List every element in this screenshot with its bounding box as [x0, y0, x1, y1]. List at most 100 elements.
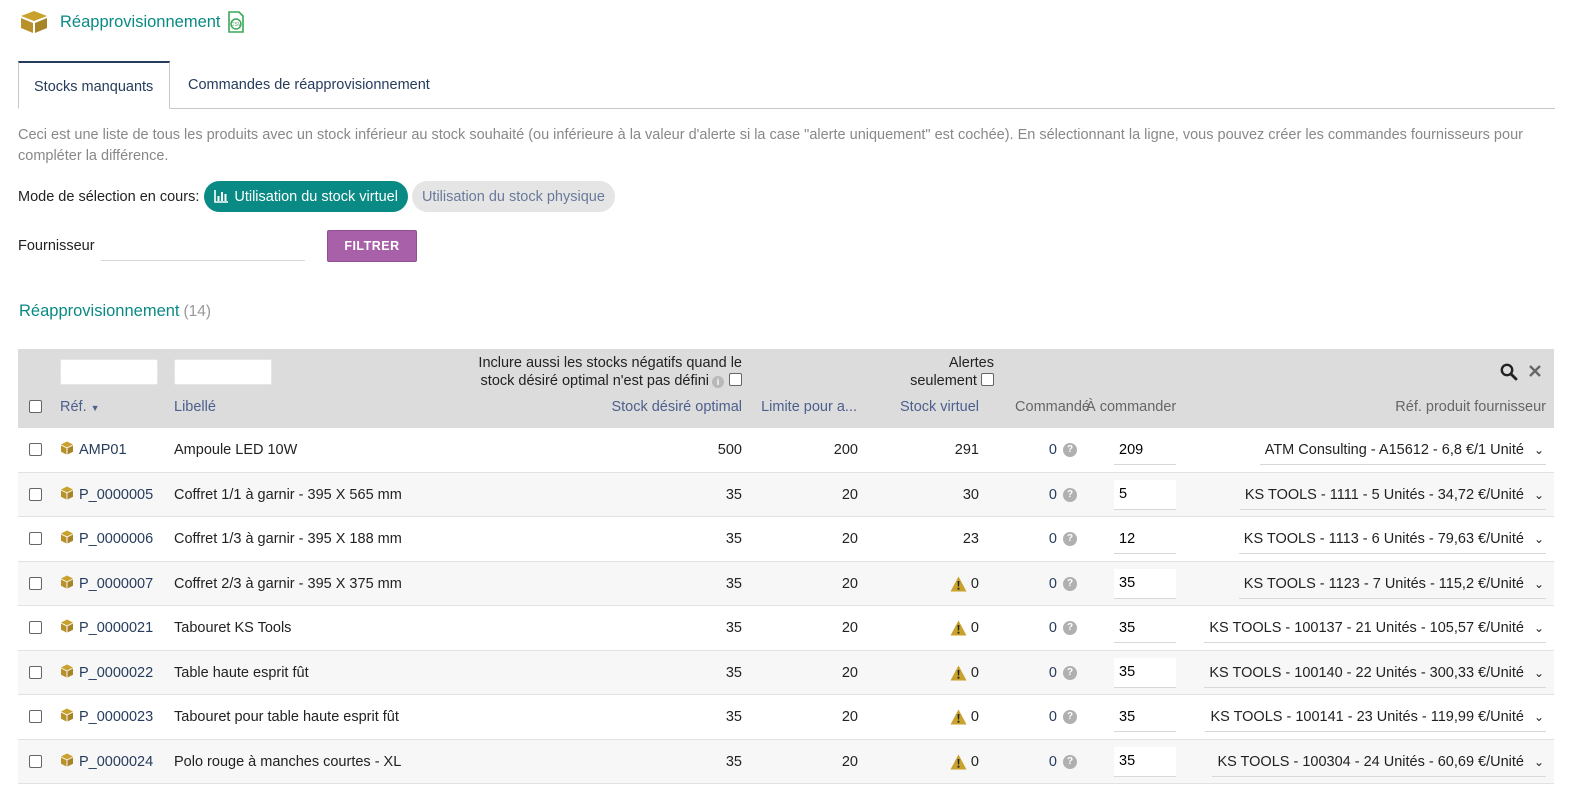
to-order-input[interactable]: [1114, 657, 1176, 688]
supplier-price-select[interactable]: KS TOOLS - 100141 - 23 Unités - 119,99 €…: [1205, 702, 1546, 732]
ordered-qty: 0?: [1049, 695, 1077, 739]
ordered-value: 0: [1048, 620, 1057, 636]
help-icon[interactable]: ?: [1063, 621, 1077, 635]
table-header: Inclure aussi les stocks négatifs quand …: [18, 349, 1554, 428]
tab-missing-stock[interactable]: Stocks manquants: [18, 61, 170, 109]
ordered-value: 0: [1048, 664, 1057, 681]
to-order-input[interactable]: [1114, 524, 1176, 554]
help-icon[interactable]: ?: [1063, 532, 1077, 546]
supplier-price-select[interactable]: KS TOOLS - 1111 - 5 Unités - 34,72 €/Uni…: [1239, 480, 1546, 510]
help-icon[interactable]: ?: [1063, 487, 1077, 502]
virtual-stock-value: 291: [954, 442, 979, 458]
header-desired-stock[interactable]: Stock désiré optimal: [611, 399, 742, 415]
ordered-qty: 0?: [1049, 562, 1077, 606]
alerts-only-checkbox[interactable]: [981, 373, 994, 386]
label-filter-input[interactable]: [174, 359, 272, 385]
desired-stock: 35: [725, 575, 742, 592]
sort-desc-icon: ▼: [90, 403, 100, 413]
product-ref-link[interactable]: P_0000024: [60, 740, 153, 784]
ref-filter-input[interactable]: [60, 359, 158, 385]
row-checkbox[interactable]: [29, 665, 42, 679]
product-ref-link[interactable]: P_0000021: [60, 606, 153, 650]
row-checkbox[interactable]: [29, 576, 42, 590]
help-icon[interactable]: ?: [1063, 443, 1077, 457]
product-icon: [61, 441, 73, 455]
header-limit[interactable]: Limite pour a...: [761, 399, 857, 415]
include-negative-option: Inclure aussi les stocks négatifs quand …: [442, 354, 742, 390]
product-ref-link[interactable]: P_0000023: [60, 695, 153, 739]
virtual-stock-button[interactable]: Utilisation du stock virtuel: [204, 181, 408, 212]
help-icon[interactable]: ?: [1063, 665, 1077, 680]
product-icon: [61, 575, 73, 588]
supplier-price-value: KS TOOLS - 1111 - 5 Unités - 34,72 €/Uni…: [1244, 486, 1524, 503]
product-ref-link[interactable]: P_0000022: [60, 651, 153, 695]
product-label: Tabouret pour table haute esprit fût: [174, 709, 399, 725]
table-row: P_0000005 Coffret 1/1 à garnir - 395 X 5…: [18, 472, 1554, 517]
tab-replenishment-orders[interactable]: Commandes de réapprovisionnement: [173, 61, 445, 108]
alerts-only-label-1: Alertes: [948, 355, 994, 371]
header-label[interactable]: Libellé: [174, 399, 216, 415]
include-negative-checkbox[interactable]: [729, 373, 742, 386]
product-icon: [61, 619, 73, 633]
product-label: Coffret 2/3 à garnir - 395 X 375 mm: [174, 575, 402, 592]
supplier-price-select[interactable]: KS TOOLS - 100304 - 24 Unités - 60,69 €/…: [1212, 747, 1546, 777]
virtual-stock-value: 0: [970, 575, 979, 592]
product-label: Coffret 1/1 à garnir - 395 X 565 mm: [174, 486, 402, 503]
to-order-input[interactable]: [1114, 613, 1176, 643]
supplier-price-select[interactable]: KS TOOLS - 1123 - 7 Unités - 115,2 €/Uni…: [1238, 569, 1546, 599]
product-ref: P_0000007: [79, 575, 154, 592]
supplier-input[interactable]: [100, 230, 305, 261]
csv-export-icon[interactable]: CSV: [227, 11, 245, 33]
virtual-stock: 0: [950, 562, 979, 606]
clear-filter-icon[interactable]: [1529, 365, 1541, 377]
virtual-stock: 23: [963, 517, 979, 561]
header-virtual-stock[interactable]: Stock virtuel: [900, 399, 979, 415]
supplier-price-select[interactable]: KS TOOLS - 100137 - 21 Unités - 105,57 €…: [1204, 613, 1546, 643]
supplier-price-select[interactable]: KS TOOLS - 1113 - 6 Unités - 79,63 €/Uni…: [1238, 524, 1546, 554]
box-icon: [21, 11, 47, 33]
virtual-stock-value: 23: [962, 531, 979, 547]
row-checkbox[interactable]: [29, 621, 42, 634]
search-icon[interactable]: [1500, 363, 1518, 381]
physical-stock-button[interactable]: Utilisation du stock physique: [411, 181, 615, 212]
row-checkbox[interactable]: [29, 487, 42, 501]
to-order-input[interactable]: [1114, 479, 1176, 510]
product-label: Coffret 1/3 à garnir - 395 X 188 mm: [174, 531, 402, 547]
help-icon[interactable]: ?: [1063, 710, 1077, 724]
help-icon[interactable]: ?: [1063, 576, 1077, 591]
virtual-stock-value: 0: [970, 753, 979, 770]
header-ref[interactable]: Réf. ▼: [60, 399, 100, 415]
row-checkbox[interactable]: [29, 754, 42, 768]
supplier-price-value: KS TOOLS - 100141 - 23 Unités - 119,99 €…: [1210, 709, 1524, 725]
row-checkbox[interactable]: [29, 443, 42, 456]
header-supplier-ref: Réf. produit fournisseur: [1395, 399, 1546, 415]
warning-icon: [950, 665, 967, 680]
chevron-down-icon: ⌄: [1533, 443, 1544, 457]
desired-stock: 35: [725, 486, 742, 503]
row-checkbox[interactable]: [29, 710, 42, 723]
help-icon[interactable]: ?: [1063, 754, 1077, 769]
product-ref-link[interactable]: P_0000005: [60, 473, 153, 517]
stock-limit: 20: [841, 709, 858, 725]
supplier-price-select[interactable]: KS TOOLS - 100140 - 22 Unités - 300,33 €…: [1204, 658, 1546, 688]
row-checkbox[interactable]: [29, 532, 42, 545]
supplier-price-select[interactable]: ATM Consulting - A15612 - 6,8 €/1 Unité ⌄: [1259, 435, 1546, 465]
chart-icon: [214, 190, 229, 203]
to-order-input[interactable]: [1114, 702, 1176, 732]
product-ref-link[interactable]: P_0000006: [60, 517, 153, 561]
to-order-input[interactable]: [1114, 568, 1176, 599]
to-order-input[interactable]: [1114, 746, 1176, 777]
tab-bar: Stocks manquants Commandes de réapprovis…: [18, 61, 1555, 109]
description-text: Ceci est une liste de tous les produits …: [18, 127, 1523, 164]
to-order-input[interactable]: [1114, 435, 1176, 465]
stock-limit: 20: [841, 664, 858, 681]
ordered-value: 0: [1048, 442, 1057, 458]
product-ref-link[interactable]: AMP01: [60, 428, 127, 472]
filter-button[interactable]: FILTRER: [327, 230, 417, 262]
ordered-qty: 0?: [1049, 473, 1077, 517]
select-all-checkbox[interactable]: [29, 400, 42, 413]
ordered-qty: 0?: [1049, 606, 1077, 650]
product-ref: P_0000021: [79, 620, 154, 636]
supplier-price-value: KS TOOLS - 100137 - 21 Unités - 105,57 €…: [1209, 620, 1524, 636]
product-ref-link[interactable]: P_0000007: [60, 562, 153, 606]
